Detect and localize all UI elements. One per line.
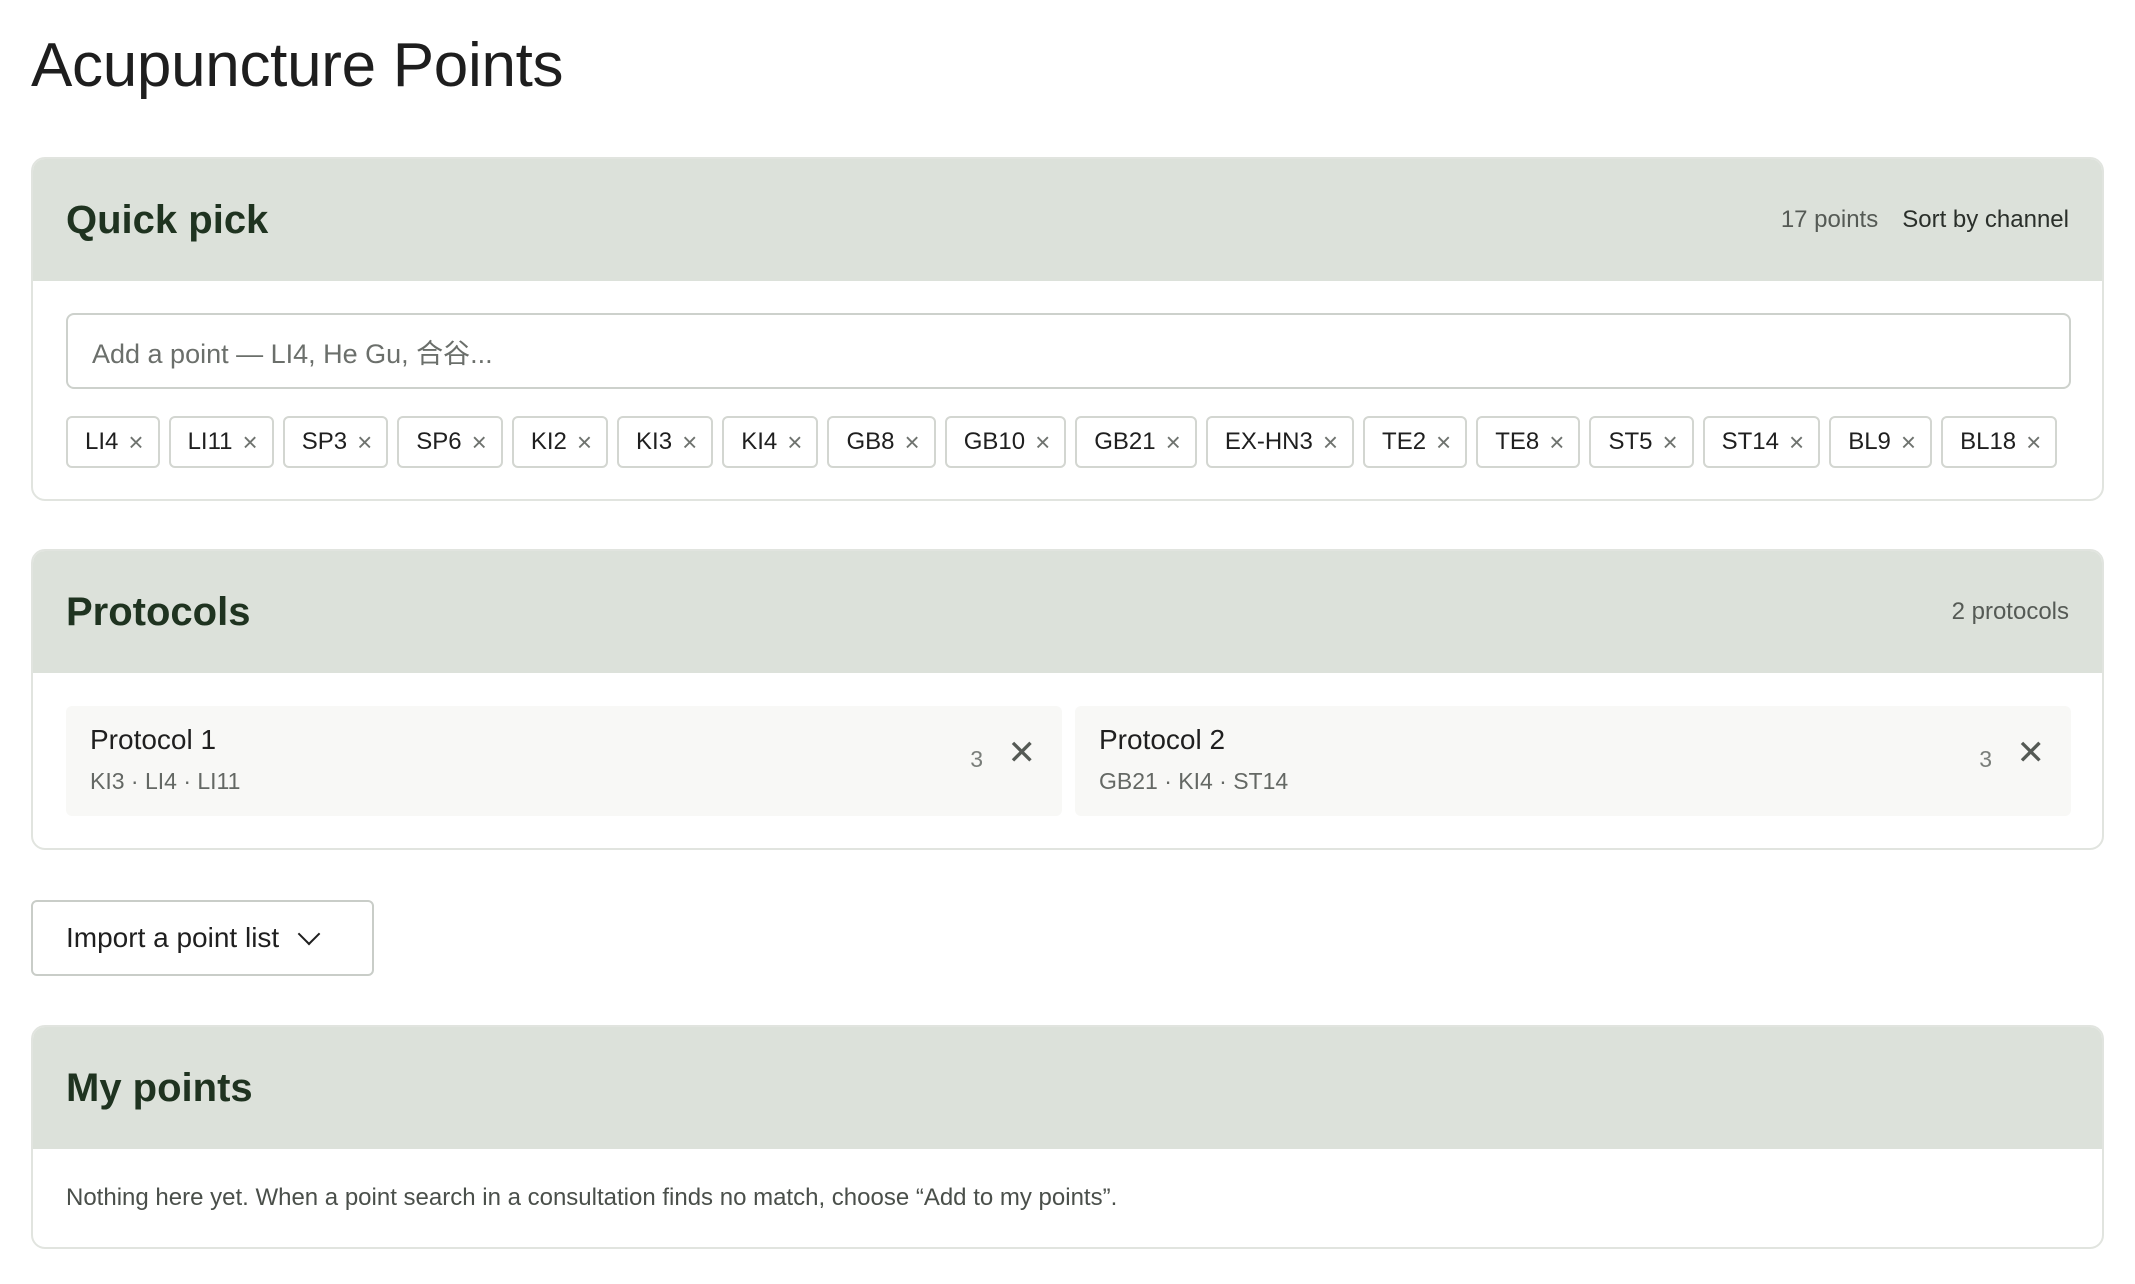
point-chip[interactable]: SP6 × <box>397 416 503 468</box>
point-chip-label: TE8 <box>1495 428 1540 455</box>
point-chip[interactable]: EX-HN3 × <box>1205 416 1355 468</box>
point-chip-label: GB10 <box>963 428 1026 455</box>
point-chip-label: EX-HN3 <box>1224 428 1313 455</box>
point-chip[interactable]: TE2 × <box>1363 416 1468 468</box>
point-chip[interactable]: GB21 × <box>1075 416 1197 468</box>
protocol-item[interactable]: Protocol 1 KI3 · LI4 · LI11 3 ✕ <box>66 706 1062 816</box>
point-chips: LI4 × LI11 × SP3 × SP6 × KI2 × KI3 × KI4 × GB8 × GB10 × GB… <box>66 416 2058 468</box>
point-chip[interactable]: KI4 × <box>722 416 819 468</box>
close-icon[interactable]: × <box>1035 429 1050 455</box>
close-icon[interactable]: × <box>472 429 487 455</box>
close-icon[interactable]: × <box>1166 429 1181 455</box>
protocols-header: Protocols 2 protocols <box>33 551 2102 673</box>
quick-pick-header: Quick pick 17 points Sort by channel <box>33 159 2102 281</box>
protocols-count: 2 protocols <box>1951 598 2069 625</box>
point-chip[interactable]: LI11 × <box>168 416 274 468</box>
protocol-list: Protocol 1 KI3 · LI4 · LI11 3 ✕ Protocol… <box>66 706 2071 816</box>
close-icon[interactable]: × <box>787 429 802 455</box>
point-chip-label: SP6 <box>416 428 462 455</box>
quick-pick-title: Quick pick <box>66 197 269 242</box>
import-label: Import a point list <box>66 922 280 953</box>
close-icon[interactable]: ✕ <box>1008 736 1037 770</box>
close-icon[interactable]: × <box>577 429 592 455</box>
point-chip[interactable]: ST14 × <box>1702 416 1821 468</box>
my-points-header: My points <box>33 1027 2102 1149</box>
protocol-name: Protocol 1 <box>90 724 217 755</box>
sort-by-channel-button[interactable]: Sort by channel <box>1902 206 2069 234</box>
close-icon[interactable]: × <box>243 429 258 455</box>
protocol-item[interactable]: Protocol 2 GB21 · KI4 · ST14 3 ✕ <box>1075 706 2071 816</box>
point-chip-label: BL9 <box>1848 428 1891 455</box>
close-icon[interactable]: × <box>682 429 697 455</box>
point-chip[interactable]: GB10 × <box>944 416 1067 468</box>
point-chip[interactable]: TE8 × <box>1476 416 1581 468</box>
close-icon[interactable]: × <box>1323 429 1338 455</box>
close-icon[interactable]: ✕ <box>2017 736 2046 770</box>
point-chip-label: ST14 <box>1721 428 1780 455</box>
chevron-down-icon <box>297 922 321 946</box>
close-icon[interactable]: × <box>357 429 372 455</box>
close-icon[interactable]: × <box>128 429 143 455</box>
add-point-input[interactable]: Add a point — LI4, He Gu, 合谷... <box>66 313 2071 389</box>
point-chip-label: KI3 <box>636 428 673 455</box>
protocol-points: KI3 · LI4 · LI11 <box>90 768 241 794</box>
protocols-meta: 2 protocols <box>1952 598 2069 626</box>
quick-pick-meta: 17 points Sort by channel <box>1781 206 2069 234</box>
close-icon[interactable]: × <box>2026 429 2041 455</box>
protocol-point-count: 3 <box>1979 746 1992 772</box>
point-chip[interactable]: BL18 × <box>1941 416 2058 468</box>
point-chip[interactable]: SP3 × <box>282 416 389 468</box>
point-chip[interactable]: KI3 × <box>617 416 714 468</box>
close-icon[interactable]: × <box>1549 429 1564 455</box>
point-chip-label: GB21 <box>1094 428 1156 455</box>
point-chip-label: KI2 <box>530 428 567 455</box>
import-point-list-button[interactable]: Import a point list <box>31 900 374 976</box>
close-icon[interactable]: × <box>905 429 920 455</box>
protocols-title: Protocols <box>66 589 251 634</box>
point-chip[interactable]: BL9 × <box>1829 416 1933 468</box>
my-points-card: My points Nothing here yet. When a point… <box>31 1025 2104 1249</box>
my-points-title: My points <box>66 1065 253 1110</box>
close-icon[interactable]: × <box>1789 429 1804 455</box>
protocol-point-count: 3 <box>970 746 983 772</box>
point-chip-label: SP3 <box>301 428 348 455</box>
protocols-card: Protocols 2 protocols Protocol 1 KI3 · L… <box>31 549 2104 850</box>
quick-pick-card: Quick pick 17 points Sort by channel Add… <box>31 157 2104 501</box>
empty-state-text: Nothing here yet. When a point search in… <box>66 1184 1118 1211</box>
page-title: Acupuncture Points <box>31 31 564 100</box>
point-chip-label: KI4 <box>741 428 778 455</box>
page: Acupuncture Points Quick pick 17 points … <box>0 0 2135 1284</box>
close-icon[interactable]: × <box>1436 429 1451 455</box>
point-chip-label: TE2 <box>1382 428 1427 455</box>
point-chip-label: BL18 <box>1960 428 2017 455</box>
point-chip-label: LI11 <box>187 428 233 455</box>
point-chip[interactable]: KI2 × <box>511 416 609 468</box>
close-icon[interactable]: × <box>1662 429 1677 455</box>
point-chip-label: GB8 <box>846 428 895 455</box>
point-chip[interactable]: LI4 × <box>66 416 160 468</box>
protocol-name: Protocol 2 <box>1099 724 1226 755</box>
point-chip-label: ST5 <box>1608 428 1653 455</box>
point-chip[interactable]: ST5 × <box>1589 416 1694 468</box>
point-chip-label: LI4 <box>85 428 119 455</box>
points-count: 17 points <box>1780 206 1879 233</box>
point-chip[interactable]: GB8 × <box>827 416 936 468</box>
protocol-points: GB21 · KI4 · ST14 <box>1099 768 1289 794</box>
close-icon[interactable]: × <box>1901 429 1916 455</box>
